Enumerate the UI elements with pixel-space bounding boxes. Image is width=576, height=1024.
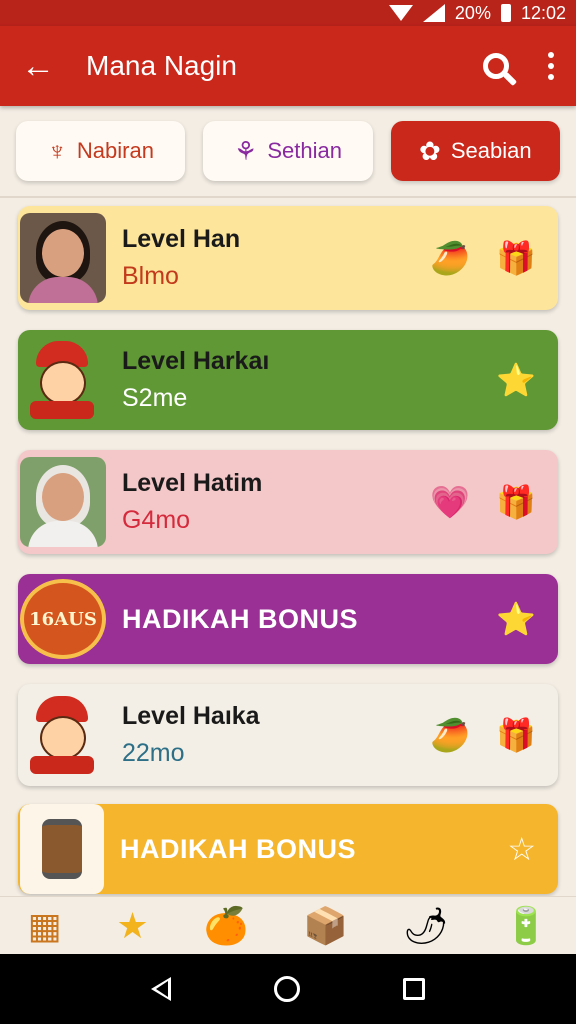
star-icon[interactable]: ⭐ [496, 364, 536, 396]
page-title: Mana Nagin [86, 50, 237, 81]
system-recents-button[interactable] [402, 978, 425, 1000]
signal-icon [422, 4, 445, 22]
level-subtitle: Blmo [122, 262, 179, 290]
wifi-icon [388, 5, 413, 21]
battery-icon [500, 4, 511, 22]
tab-label: Sethian [267, 138, 342, 163]
avatar [20, 335, 106, 425]
battery-icon[interactable]: 🔋 [504, 907, 549, 944]
star-icon[interactable]: ⭐ [496, 603, 536, 635]
list-item[interactable]: Level Hatim G4mo 💗 🎁 [18, 450, 558, 554]
bonus-label: HADIKAH BONUS [120, 833, 356, 864]
list-item[interactable]: Level Harkaı S2me ⭐ [18, 330, 558, 430]
tab-label: Seabian [450, 138, 532, 163]
system-nav-bar [0, 954, 576, 1024]
list-item[interactable]: Level Haıka 22mo 🥭 🎁 [18, 684, 558, 786]
bonus-item[interactable]: HADIKAH BONUS ☆ [18, 804, 558, 894]
star-icon[interactable]: ☆ [507, 833, 536, 865]
level-title: Level Harkaı [122, 347, 270, 375]
mango-icon[interactable]: 🥭 [430, 242, 470, 274]
rose-icon: ⚘ [234, 135, 258, 166]
bonus-label: HADIKAH BONUS [122, 603, 358, 634]
bonus-item[interactable]: 16AUS HADIKAH BONUS ⭐ [18, 574, 558, 664]
gift-icon[interactable]: 🎁 [496, 242, 536, 274]
lotus-icon: ♆ [47, 135, 67, 166]
system-back-button[interactable] [151, 977, 172, 1001]
box-icon[interactable]: 📦 [303, 907, 348, 944]
flower-bud-icon: ✿ [419, 135, 441, 166]
tab-nabiran[interactable]: ♆ Nabiran [16, 121, 186, 181]
status-bar: 20% 12:02 [0, 0, 576, 26]
bonus-badge-icon: 16AUS [20, 574, 106, 664]
badge-text: 16AUS [20, 579, 106, 659]
tab-seabian[interactable]: ✿ Seabian [390, 121, 560, 181]
search-icon [483, 53, 509, 79]
avatar [20, 457, 106, 547]
back-button[interactable]: ← [0, 26, 76, 106]
star-badge-icon[interactable]: ★ [116, 907, 148, 944]
battery-percent: 20% [454, 2, 491, 23]
barrel-icon [20, 804, 104, 894]
avatar [20, 213, 106, 303]
mango-icon[interactable]: 🥭 [430, 719, 470, 751]
tab-label: Nabiran [76, 138, 154, 163]
arrow-left-icon: ← [21, 46, 55, 85]
clock: 12:02 [520, 2, 566, 23]
level-title: Level Hatim [122, 469, 263, 497]
bottom-nav: ▦ ★ 🍊 📦 🌶 🔋 [0, 896, 576, 954]
more-options-button[interactable] [526, 26, 576, 106]
level-subtitle: G4mo [122, 506, 191, 534]
grid-icon[interactable]: ▦ [27, 907, 61, 944]
level-subtitle: 22mo [122, 739, 185, 767]
tab-sethian[interactable]: ⚘ Sethian [203, 121, 373, 181]
category-tabs: ♆ Nabiran ⚘ Sethian ✿ Seabian [0, 106, 576, 198]
gift-icon[interactable]: 🎁 [496, 486, 536, 518]
pepper-icon[interactable]: 🌶 [403, 907, 449, 944]
more-vert-icon [548, 52, 554, 58]
search-button[interactable] [466, 26, 526, 106]
system-home-button[interactable] [273, 976, 300, 1002]
orange-character-icon[interactable]: 🍊 [204, 907, 249, 944]
app-bar: ← Mana Nagin [0, 26, 576, 106]
level-title: Level Han [122, 225, 241, 253]
heart-badge-icon[interactable]: 💗 [430, 486, 470, 518]
gift-icon[interactable]: 🎁 [496, 719, 536, 751]
level-title: Level Haıka [122, 702, 260, 730]
level-subtitle: S2me [122, 384, 188, 412]
avatar [20, 690, 106, 780]
list-item[interactable]: Level Han Blmo 🥭 🎁 [18, 206, 558, 310]
